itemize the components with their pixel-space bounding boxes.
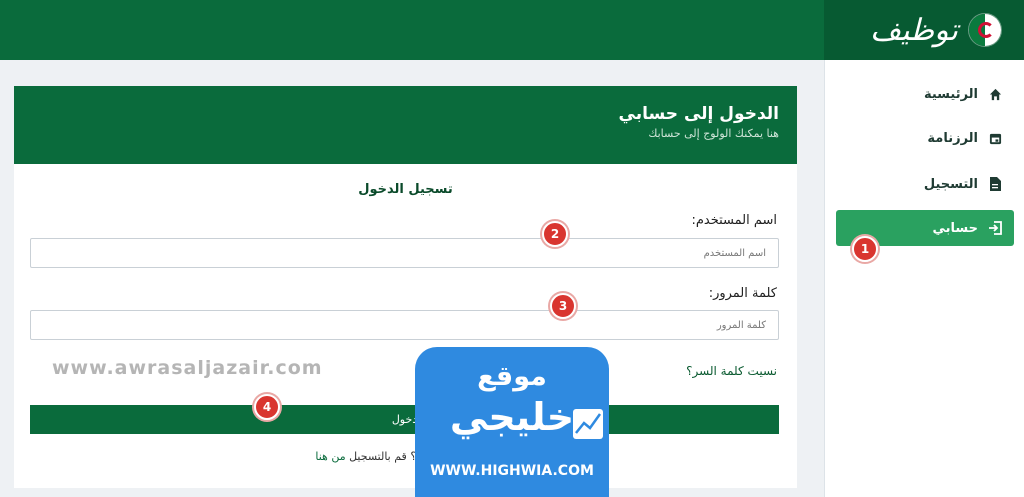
algeria-flag-icon bbox=[968, 13, 1002, 47]
register-link[interactable]: من هنا bbox=[315, 450, 345, 463]
overlay-top-text: موقع bbox=[477, 361, 547, 392]
page-title: الدخول إلى حسابي bbox=[618, 104, 779, 124]
login-heading: تسجيل الدخول bbox=[358, 182, 453, 197]
username-input[interactable] bbox=[30, 238, 779, 268]
username-label: اسم المستخدم: bbox=[691, 213, 777, 228]
sidebar-item-label: الرزنامة bbox=[927, 130, 978, 146]
site-logo: توظيف bbox=[870, 12, 958, 48]
login-button[interactable]: دخول bbox=[30, 405, 779, 434]
brand[interactable]: توظيف bbox=[870, 8, 1002, 52]
chart-icon bbox=[573, 409, 603, 439]
password-input[interactable] bbox=[30, 310, 779, 340]
card-header: الدخول إلى حسابي هنا يمكنك الولوج إلى حس… bbox=[14, 86, 797, 164]
login-icon bbox=[988, 221, 1002, 235]
sidebar-item-registration[interactable]: التسجيل bbox=[836, 166, 1014, 202]
step-badge-2: 2 bbox=[542, 221, 568, 247]
step-badge-3: 3 bbox=[550, 293, 576, 319]
page-subtitle: هنا يمكنك الولوج إلى حسابك bbox=[648, 127, 779, 140]
site-watermark: www.awrasaljazair.com bbox=[52, 357, 323, 379]
sidebar-item-label: الرئيسية bbox=[923, 86, 978, 102]
overlay-url-text: WWW.HIGHWIA.COM bbox=[430, 463, 594, 479]
sidebar-item-label: حسابي bbox=[932, 220, 978, 236]
step-badge-4: 4 bbox=[254, 394, 280, 420]
sidebar-item-label: التسجيل bbox=[923, 176, 978, 192]
sidebar: الرئيسية الرزنامة التسجيل حسابي bbox=[824, 60, 1024, 497]
calendar-icon bbox=[988, 131, 1002, 145]
password-label: كلمة المرور: bbox=[708, 286, 777, 301]
brand-area: توظيف bbox=[824, 0, 1024, 60]
login-card: الدخول إلى حسابي هنا يمكنك الولوج إلى حس… bbox=[14, 86, 797, 488]
home-icon bbox=[988, 87, 1002, 101]
document-icon bbox=[988, 177, 1002, 191]
forgot-password-link[interactable]: نسيت كلمة السر؟ bbox=[686, 364, 777, 378]
sidebar-item-home[interactable]: الرئيسية bbox=[836, 76, 1014, 112]
register-hint: ليس لديك حساب؟ قم بالتسجيل من هنا bbox=[14, 450, 797, 463]
step-badge-1: 1 bbox=[852, 236, 878, 262]
sidebar-item-calendar[interactable]: الرزنامة bbox=[836, 120, 1014, 156]
overlay-watermark-logo: موقع خليجي WWW.HIGHWIA.COM bbox=[415, 347, 609, 497]
